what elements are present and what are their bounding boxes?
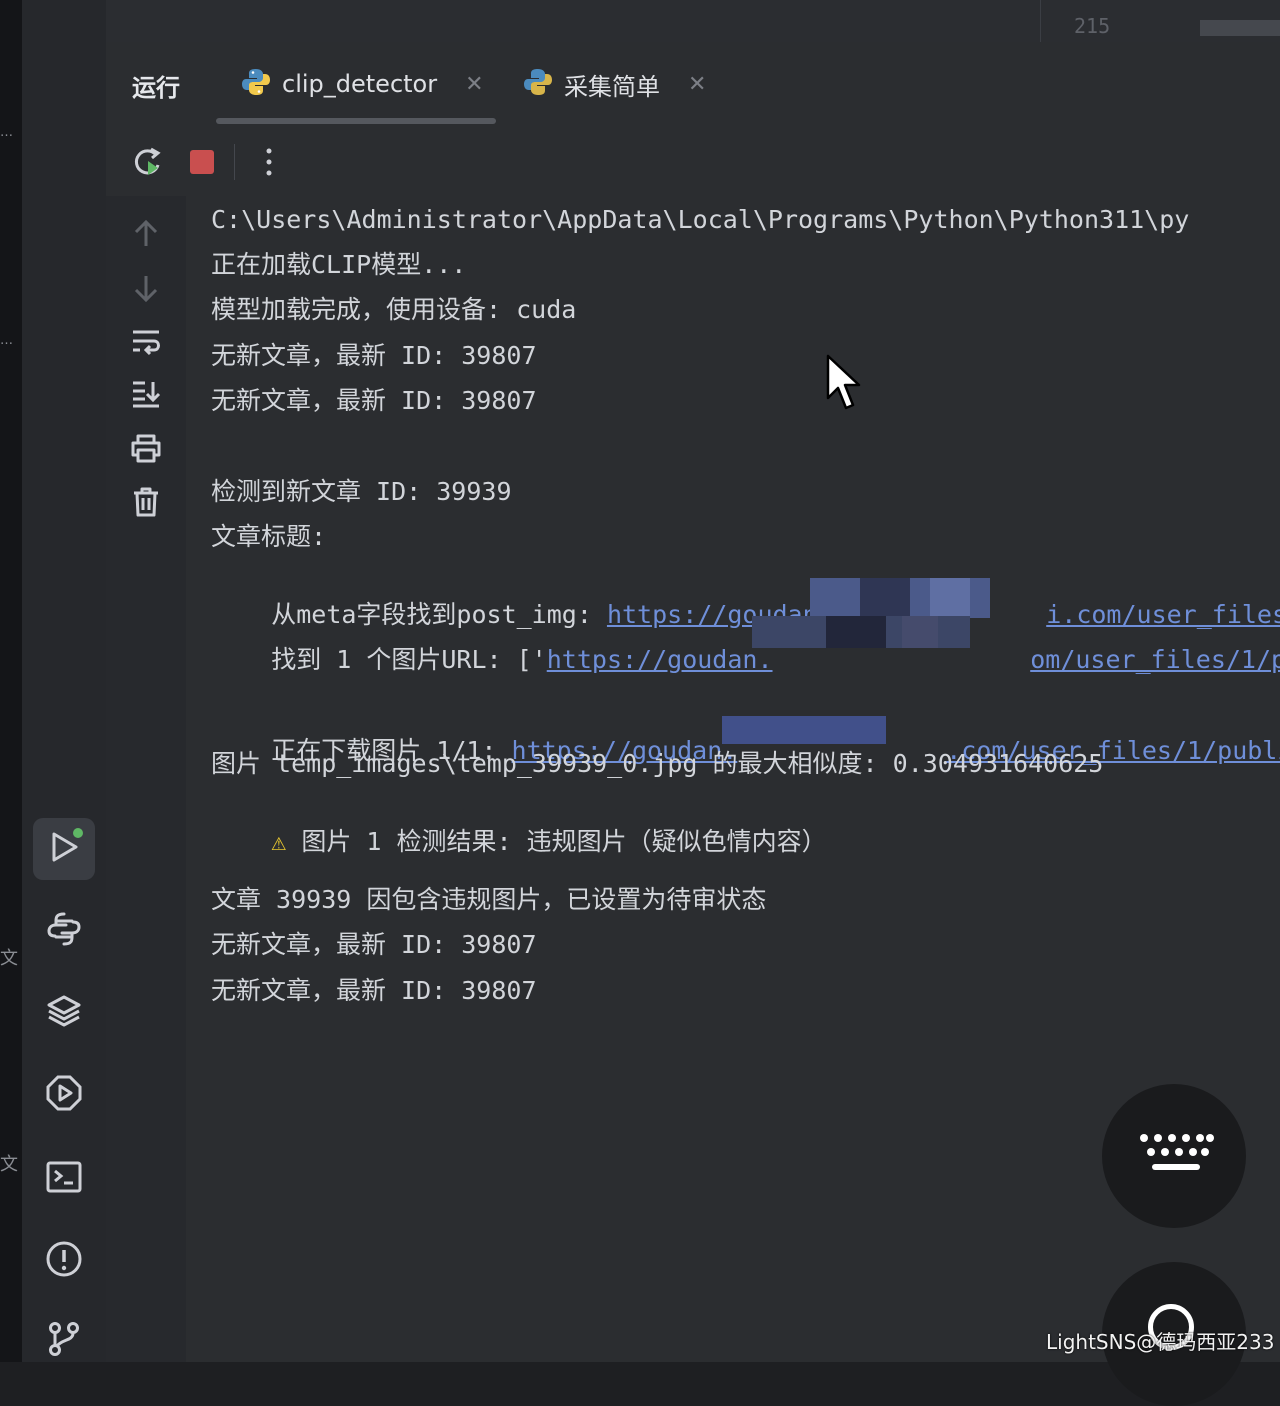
services-tool-button[interactable]: [33, 1064, 95, 1126]
console-line: 检测到新文章 ID: 39939: [211, 477, 512, 506]
ellipsis-mark: …: [0, 333, 13, 348]
redaction-mosaic: [902, 616, 938, 648]
console-line: 模型加载完成，使用设备: cuda: [211, 295, 577, 324]
rerun-icon[interactable]: [132, 146, 164, 182]
text-fragment: 文: [0, 948, 18, 969]
redaction-mosaic: [860, 578, 910, 618]
console-line: 找到 1 个图片URL: ['https://goudan.: [211, 612, 772, 674]
layers-icon: [44, 991, 84, 1035]
git-icon: [44, 1319, 84, 1363]
soft-wrap-icon[interactable]: [130, 326, 162, 358]
text-fragment: 文: [0, 1154, 18, 1175]
keyboard-icon: [1138, 1132, 1214, 1180]
print-icon[interactable]: [130, 432, 162, 464]
console-line: 无新文章，最新 ID: 39807: [211, 930, 537, 959]
warning-icon: ⚠: [271, 827, 287, 856]
run-toolbar: [106, 126, 1280, 196]
ellipsis-mark: …: [0, 125, 13, 140]
console-line: 从meta字段找到post_img: https://goudan: [211, 567, 817, 629]
python-icon: [522, 66, 554, 102]
console-line: 无新文章，最新 ID: 39807: [211, 341, 537, 370]
console-line: C:\Users\Administrator\AppData\Local\Pro…: [211, 205, 1190, 234]
console-line: 正在下载图片 1/1: https://goudan.: [211, 703, 737, 765]
scroll-to-end-icon[interactable]: [130, 378, 162, 410]
terminal-tool-button[interactable]: [33, 1148, 95, 1210]
stop-icon[interactable]: [188, 148, 216, 180]
url-link[interactable]: om/user_files/1/pub: [1030, 645, 1280, 674]
running-indicator: [73, 828, 83, 838]
console-line: 正在加载CLIP模型...: [211, 250, 467, 279]
line-number: 215: [1074, 14, 1111, 38]
python-console-button[interactable]: [33, 900, 95, 962]
line-prefix: 找到 1 个图片URL: [': [271, 645, 547, 674]
problems-tool-button[interactable]: [33, 1230, 95, 1292]
services-icon: [44, 1073, 84, 1117]
problems-icon: [44, 1239, 84, 1283]
console-line: 图片 temp_images\temp_39939_0.jpg 的最大相似度: …: [211, 749, 1104, 778]
keyboard-button[interactable]: [1102, 1084, 1246, 1228]
close-icon[interactable]: ✕: [465, 72, 483, 97]
console-line: 无新文章，最新 ID: 39807: [211, 976, 537, 1005]
run-panel-header: 运行 clip_detector ✕ 采集简单 ✕: [106, 42, 1280, 127]
console-line: 无新文章，最新 ID: 39807: [211, 386, 537, 415]
scroll-up-icon[interactable]: [130, 218, 162, 250]
more-options-icon[interactable]: [260, 146, 278, 182]
scrollbar-thumb[interactable]: [1200, 20, 1280, 36]
tab-label: 采集简单: [564, 72, 660, 101]
python-icon: [240, 66, 272, 102]
editor-top-strip: 215: [106, 0, 1280, 42]
url-link[interactable]: https://goudan.: [547, 645, 773, 674]
tab-caiji-jiandan[interactable]: 采集简单 ✕: [522, 60, 706, 108]
git-tool-button[interactable]: [33, 1310, 95, 1372]
tab-label: clip_detector: [282, 70, 438, 98]
mouse-cursor-icon: [826, 354, 866, 422]
console-line: 文章 39939 因包含违规图片，已设置为待审状态: [211, 885, 767, 914]
gutter-divider: [1040, 0, 1041, 42]
redaction-mosaic: [826, 616, 886, 648]
python-console-icon: [44, 909, 84, 953]
tab-clip-detector[interactable]: clip_detector ✕: [240, 60, 484, 108]
redaction-mosaic: [722, 716, 886, 744]
console-line: 文章标题:: [211, 522, 327, 551]
terminal-icon: [44, 1157, 84, 1201]
active-tab-indicator: [216, 118, 496, 124]
left-edge-strip: … … 文 文: [0, 0, 22, 1362]
console-line-tail: i.com/user_files/1: [986, 567, 1280, 629]
activity-bar: [22, 0, 107, 1362]
console-line: ⚠ 图片 1 检测结果: 违规图片（疑似色情内容）: [211, 794, 826, 856]
toolbar-divider: [234, 144, 235, 180]
close-icon[interactable]: ✕: [688, 72, 706, 97]
line-text: 图片 1 检测结果: 违规图片（疑似色情内容）: [301, 827, 827, 856]
scroll-down-icon[interactable]: [130, 272, 162, 304]
watermark: LightSNS@德玛西亚233: [1046, 1330, 1275, 1354]
console-side-toolbar: [106, 196, 186, 1362]
console-line-tail: om/user_files/1/pub: [970, 612, 1280, 674]
redaction-mosaic: [930, 578, 970, 618]
run-tool-button[interactable]: [33, 818, 95, 880]
clear-icon[interactable]: [130, 486, 162, 518]
console-line-tail: .com/user_files/1/publi: [886, 703, 1280, 765]
layers-tool-button[interactable]: [33, 982, 95, 1044]
run-panel-title: 运行: [132, 74, 180, 102]
